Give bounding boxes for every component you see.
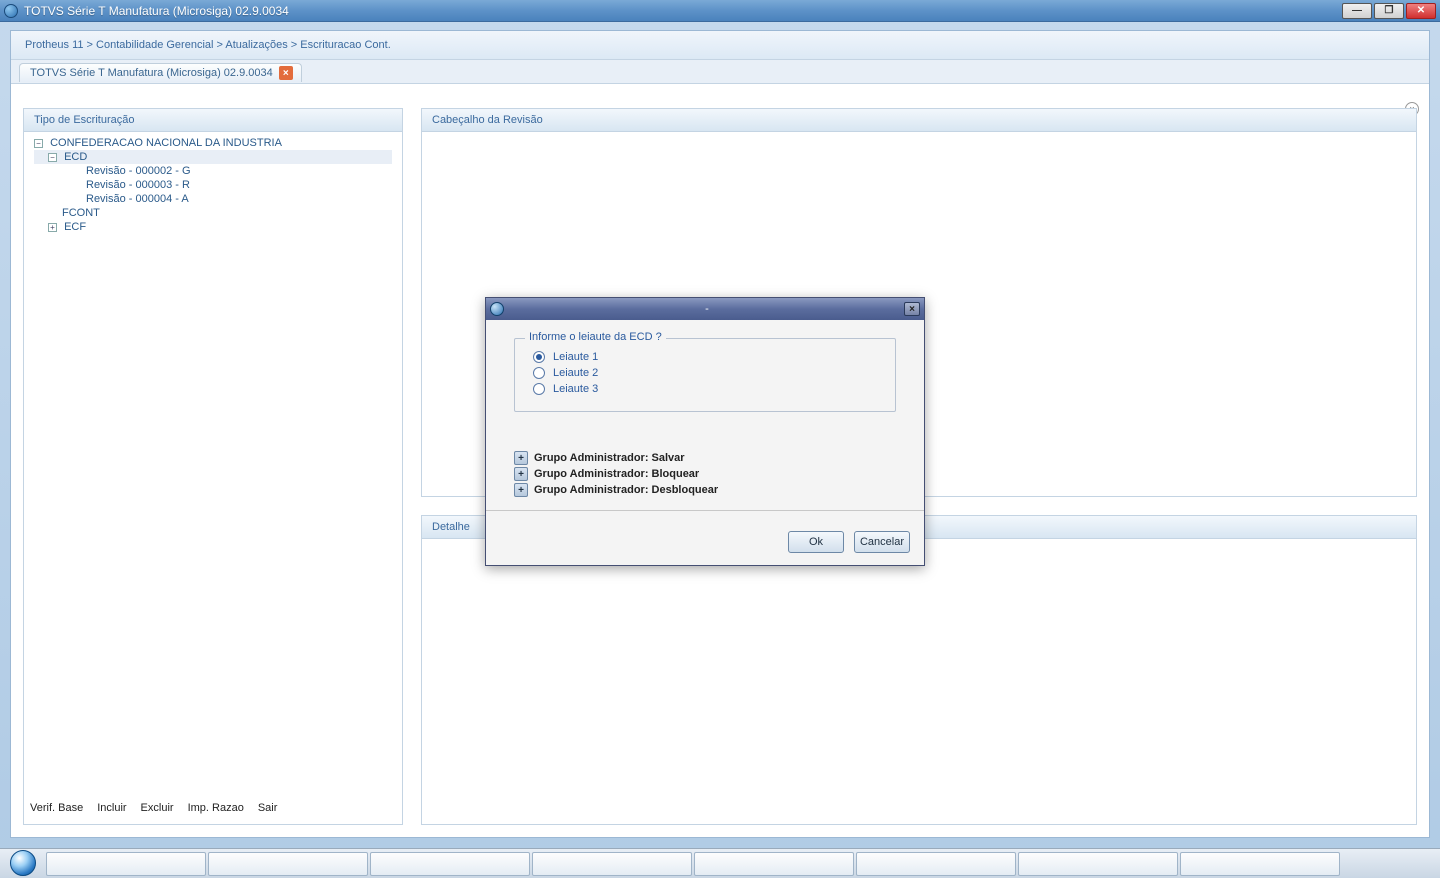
tree-ecf-label: ECF bbox=[64, 221, 86, 233]
modal-separator bbox=[486, 510, 924, 511]
modal-titlebar: - × bbox=[486, 298, 924, 320]
maximize-button[interactable]: ❐ bbox=[1374, 3, 1404, 19]
tree-root[interactable]: − CONFEDERACAO NACIONAL DA INDUSTRIA bbox=[34, 136, 392, 150]
window-controls: — ❐ ✕ bbox=[1342, 3, 1436, 19]
tree-toggle-icon[interactable]: − bbox=[48, 153, 57, 162]
group-admin-desbloquear[interactable]: + Grupo Administrador: Desbloquear bbox=[514, 482, 896, 498]
group-admin-salvar[interactable]: + Grupo Administrador: Salvar bbox=[514, 450, 896, 466]
minimize-button[interactable]: — bbox=[1342, 3, 1372, 19]
tree-ecf[interactable]: + ECF bbox=[34, 220, 392, 234]
group-label: Grupo Administrador: Salvar bbox=[534, 452, 685, 464]
tree-ecd-label: ECD bbox=[64, 151, 87, 163]
radio-icon[interactable] bbox=[533, 351, 545, 363]
modal-title-text: - bbox=[510, 303, 904, 315]
start-button[interactable] bbox=[2, 848, 44, 878]
radio-label: Leiaute 1 bbox=[553, 351, 598, 363]
modal-leiaute-ecd: - × Informe o leiaute da ECD ? Leiaute 1… bbox=[485, 297, 925, 566]
modal-close-icon[interactable]: × bbox=[904, 302, 920, 316]
panel-header-left: Tipo de Escrituração bbox=[24, 109, 402, 132]
start-orb-icon bbox=[10, 850, 36, 876]
tree-rev-2[interactable]: Revisão - 000003 - R bbox=[34, 178, 392, 192]
tab-label: TOTVS Série T Manufatura (Microsiga) 02.… bbox=[30, 67, 273, 79]
radio-leiaute-1[interactable]: Leiaute 1 bbox=[533, 349, 877, 365]
tree-ecd[interactable]: − ECD bbox=[34, 150, 392, 164]
modal-app-icon bbox=[490, 302, 504, 316]
tree-rev-1[interactable]: Revisão - 000002 - G bbox=[34, 164, 392, 178]
taskbar-item[interactable] bbox=[532, 852, 692, 876]
tree-fcont[interactable]: FCONT bbox=[34, 206, 392, 220]
action-verif-base[interactable]: Verif. Base bbox=[30, 802, 83, 814]
action-incluir[interactable]: Incluir bbox=[97, 802, 126, 814]
action-imp-razao[interactable]: Imp. Razao bbox=[188, 802, 244, 814]
panel-header-cabecalho: Cabeçalho da Revisão bbox=[422, 109, 1416, 132]
left-actions: Verif. Base Incluir Excluir Imp. Razao S… bbox=[24, 794, 402, 824]
group-admin-list: + Grupo Administrador: Salvar + Grupo Ad… bbox=[514, 450, 896, 498]
group-label: Grupo Administrador: Bloquear bbox=[534, 468, 699, 480]
taskbar-item[interactable] bbox=[208, 852, 368, 876]
tab-strip: TOTVS Série T Manufatura (Microsiga) 02.… bbox=[11, 60, 1429, 84]
tree-toggle-icon[interactable]: + bbox=[48, 223, 57, 232]
tree-toggle-icon[interactable]: − bbox=[34, 139, 43, 148]
radio-label: Leiaute 2 bbox=[553, 367, 598, 379]
tree-rev-3[interactable]: Revisão - 000004 - A bbox=[34, 192, 392, 206]
plus-icon[interactable]: + bbox=[514, 483, 528, 497]
taskbar-item[interactable] bbox=[46, 852, 206, 876]
fieldset-leiaute: Informe o leiaute da ECD ? Leiaute 1 Lei… bbox=[514, 338, 896, 412]
taskbar-item[interactable] bbox=[370, 852, 530, 876]
tab-main[interactable]: TOTVS Série T Manufatura (Microsiga) 02.… bbox=[19, 63, 302, 82]
radio-label: Leiaute 3 bbox=[553, 383, 598, 395]
group-label: Grupo Administrador: Desbloquear bbox=[534, 484, 718, 496]
taskbar-item[interactable] bbox=[1018, 852, 1178, 876]
taskbar bbox=[0, 848, 1440, 878]
left-panel: Tipo de Escrituração − CONFEDERACAO NACI… bbox=[23, 108, 403, 825]
fieldset-legend: Informe o leiaute da ECD ? bbox=[525, 331, 666, 343]
taskbar-item[interactable] bbox=[694, 852, 854, 876]
tree: − CONFEDERACAO NACIONAL DA INDUSTRIA − E… bbox=[24, 132, 402, 238]
panel-tipo-escrituracao: Tipo de Escrituração − CONFEDERACAO NACI… bbox=[23, 108, 403, 825]
radio-icon[interactable] bbox=[533, 367, 545, 379]
action-excluir[interactable]: Excluir bbox=[141, 802, 174, 814]
radio-icon[interactable] bbox=[533, 383, 545, 395]
app-icon bbox=[4, 4, 18, 18]
radio-leiaute-2[interactable]: Leiaute 2 bbox=[533, 365, 877, 381]
tree-root-label: CONFEDERACAO NACIONAL DA INDUSTRIA bbox=[50, 137, 282, 149]
action-sair[interactable]: Sair bbox=[258, 802, 278, 814]
modal-footer: Ok Cancelar bbox=[486, 521, 924, 565]
window-titlebar: TOTVS Série T Manufatura (Microsiga) 02.… bbox=[0, 0, 1440, 22]
tab-close-icon[interactable]: × bbox=[279, 66, 293, 80]
plus-icon[interactable]: + bbox=[514, 467, 528, 481]
taskbar-item[interactable] bbox=[856, 852, 1016, 876]
taskbar-item[interactable] bbox=[1180, 852, 1340, 876]
plus-icon[interactable]: + bbox=[514, 451, 528, 465]
radio-leiaute-3[interactable]: Leiaute 3 bbox=[533, 381, 877, 397]
modal-body: Informe o leiaute da ECD ? Leiaute 1 Lei… bbox=[486, 320, 924, 521]
group-admin-bloquear[interactable]: + Grupo Administrador: Bloquear bbox=[514, 466, 896, 482]
breadcrumb: Protheus 11 > Contabilidade Gerencial > … bbox=[11, 31, 1429, 60]
cancel-button[interactable]: Cancelar bbox=[854, 531, 910, 553]
window-title: TOTVS Série T Manufatura (Microsiga) 02.… bbox=[24, 4, 1342, 18]
close-button[interactable]: ✕ bbox=[1406, 3, 1436, 19]
ok-button[interactable]: Ok bbox=[788, 531, 844, 553]
